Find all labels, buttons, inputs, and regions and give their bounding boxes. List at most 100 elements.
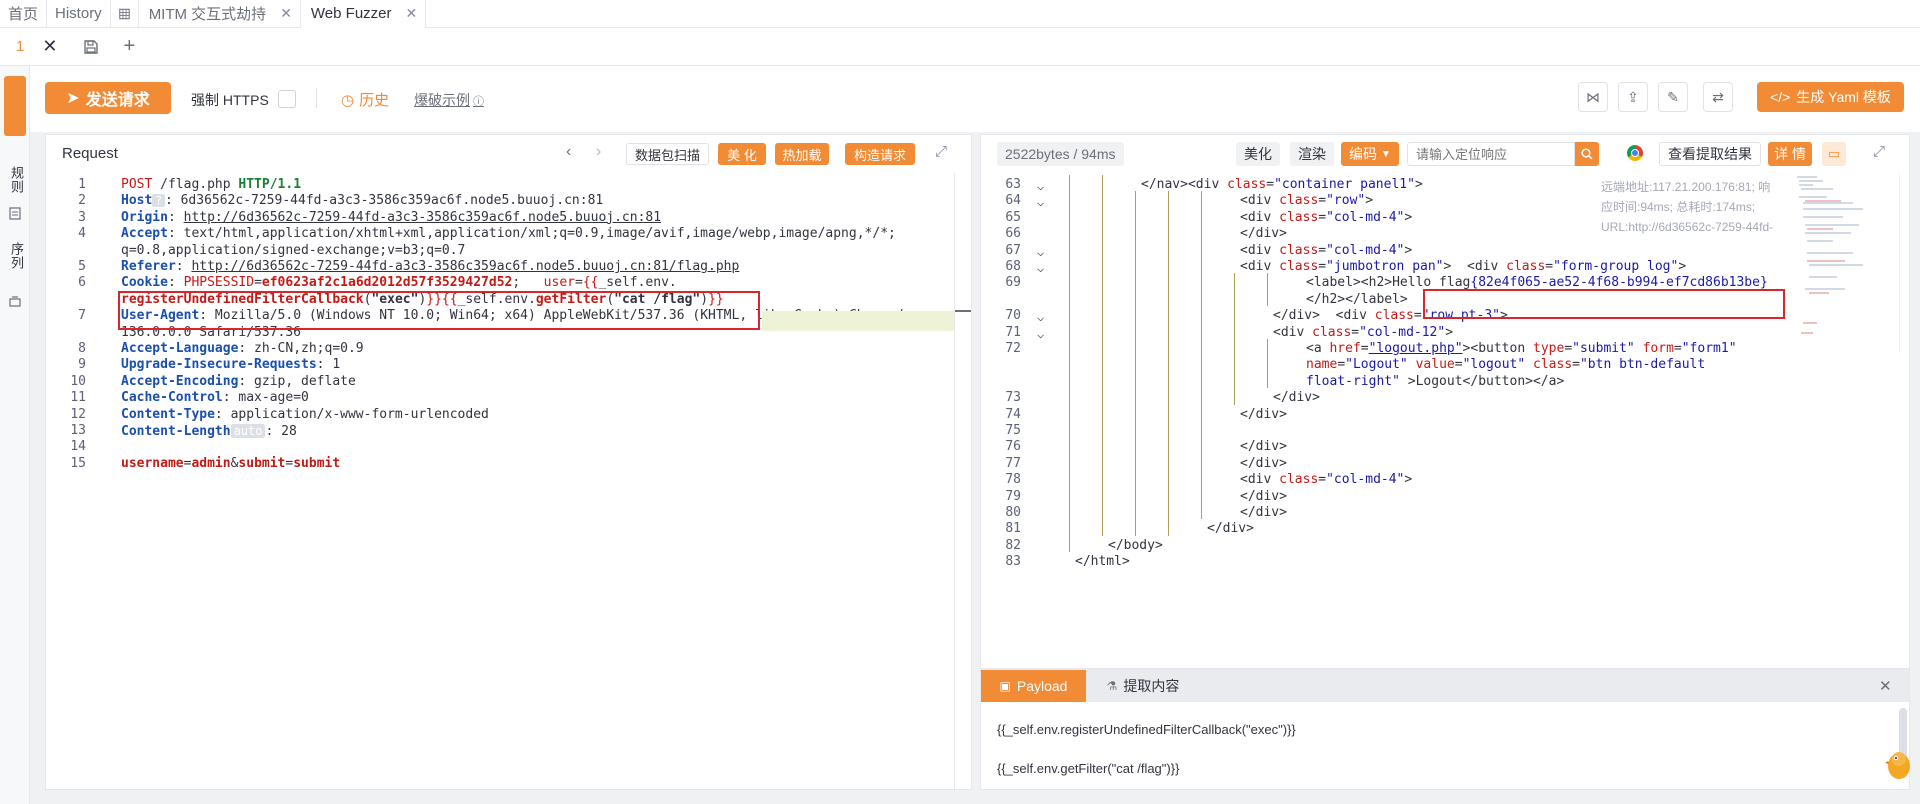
indent-guide — [1102, 404, 1103, 421]
render-button[interactable]: 渲染 — [1290, 142, 1334, 166]
scrollbar-track[interactable] — [1899, 173, 1909, 353]
fullscreen-icon[interactable]: ⤢ — [1873, 143, 1885, 160]
indent-guide — [1234, 371, 1235, 389]
close-icon[interactable]: ✕ — [406, 5, 418, 22]
history-link[interactable]: ◷ 历史 — [341, 89, 389, 110]
indent-guide — [1069, 404, 1070, 421]
indent-guide — [1267, 355, 1268, 372]
indent-guide — [1168, 486, 1169, 503]
close-icon[interactable]: ✕ — [280, 5, 292, 22]
chrome-icon[interactable] — [1627, 145, 1643, 161]
indent-guide — [1168, 470, 1169, 487]
add-icon[interactable]: + — [123, 35, 135, 58]
payload-item[interactable]: {{_self.env.registerUndefinedFilterCallb… — [997, 720, 1296, 740]
rail-item-rules[interactable]: 规则 — [4, 166, 26, 194]
indent-guide — [1168, 273, 1169, 290]
burst-example-link[interactable]: 爆破示例 ⓘ — [414, 90, 484, 110]
indent-guide — [1234, 289, 1235, 307]
search-button[interactable] — [1575, 142, 1599, 166]
indent-guide — [1135, 470, 1136, 487]
chevron-left-icon[interactable]: ‹ — [566, 143, 571, 161]
indent-guide — [1201, 191, 1202, 208]
fold-chevron-icon[interactable]: ⌵ — [1037, 192, 1044, 212]
indent-guide — [1168, 289, 1169, 307]
indent-guide — [1168, 421, 1169, 438]
response-line[interactable]: float-right" >Logout</button></a> — [1306, 372, 1564, 392]
request-panel: Request ‹ › 数据包扫描 美 化 热加载 构造请求 ⤢ 1 POST /… — [45, 134, 972, 790]
mascot-icon[interactable] — [1885, 746, 1911, 780]
request-editor[interactable]: 1 POST /flag.php HTTP/1.1 2 Host?: 6d36562c… — [46, 173, 971, 789]
indent-guide — [1267, 273, 1268, 290]
indent-guide — [1234, 339, 1235, 356]
rail-item-sequence[interactable]: 序列 — [4, 242, 26, 270]
indent-guide — [1069, 519, 1070, 536]
fullscreen-icon[interactable]: ⤢ — [935, 143, 947, 160]
indent-guide — [1069, 486, 1070, 503]
history-label: 历史 — [359, 92, 390, 109]
minimap-lines — [1797, 176, 1863, 334]
chevron-right-icon[interactable]: › — [596, 143, 601, 161]
indent-guide — [1168, 437, 1169, 454]
indent-guide — [1135, 371, 1136, 389]
tab-web-fuzzer[interactable]: Web Fuzzer ✕ — [300, 0, 427, 28]
payload-item[interactable]: {{_self.env.getFilter("cat /flag")}} — [997, 759, 1296, 779]
indent-guide — [1267, 289, 1268, 307]
current-line-highlight — [762, 311, 954, 331]
send-request-button[interactable]: ➤ 发送请求 — [45, 82, 171, 114]
comment-icon: ▭ — [1827, 146, 1841, 161]
response-line[interactable]: </div> — [1240, 405, 1287, 425]
tab-mitm[interactable]: MITM 交互式劫持 ✕ — [139, 0, 301, 28]
indent-guide — [1201, 207, 1202, 225]
response-info: 远端地址:117.21.200.176:81; 响应时间:94ms; 总耗时:1… — [1601, 177, 1776, 239]
swap-button[interactable]: ⇄ — [1703, 82, 1733, 112]
packet-scan-button[interactable]: 数据包扫描 — [626, 143, 710, 165]
locate-response-input[interactable] — [1407, 142, 1575, 166]
rail-active-block[interactable] — [4, 76, 26, 136]
indent-guide — [1201, 470, 1202, 487]
force-https-checkbox[interactable] — [278, 90, 296, 108]
minimap[interactable] — [1793, 173, 1873, 353]
indent-guide — [1069, 470, 1070, 487]
hot-reload-button[interactable]: 热加载 — [775, 143, 829, 165]
tab-label: MITM 交互式劫持 — [148, 6, 267, 23]
tab-history[interactable]: History — [47, 0, 111, 28]
tab-extract[interactable]: ⚗ 提取内容 — [1091, 670, 1195, 702]
indent-guide — [1102, 273, 1103, 290]
response-beautify-button[interactable]: 美化 — [1236, 142, 1280, 166]
save-icon[interactable] — [83, 39, 99, 55]
indent-guide — [1135, 322, 1136, 339]
indent-guide — [1234, 306, 1235, 323]
request-line[interactable]: username=admin&submit=submit — [121, 454, 340, 474]
detail-button[interactable]: 详 情 — [1768, 142, 1812, 166]
close-icon[interactable]: ✕ — [1879, 677, 1892, 695]
view-extract-button[interactable]: 查看提取结果 — [1659, 142, 1761, 166]
beautify-button[interactable]: 美 化 — [718, 143, 766, 165]
tab-home[interactable]: 首页 — [0, 0, 48, 28]
top-tab-bar: 首页 History MITM 交互式劫持 ✕ Web Fuzzer ✕ — [0, 0, 1920, 28]
build-request-button[interactable]: 构造请求 — [845, 143, 915, 165]
close-icon[interactable]: ✕ — [42, 36, 57, 57]
fold-chevron-icon[interactable]: ⌵ — [1037, 258, 1044, 278]
edit-button[interactable]: ✎ — [1658, 82, 1688, 112]
payload-list: {{_self.env.registerUndefinedFilterCallb… — [997, 720, 1296, 779]
subtab-index[interactable]: 1 — [16, 38, 24, 55]
indent-guide — [1069, 371, 1070, 389]
request-title: Request — [62, 145, 118, 162]
request-line[interactable]: Content-Length auto: 28 — [121, 421, 297, 442]
encode-dropdown[interactable]: 编码 ▼ — [1341, 142, 1399, 166]
response-line[interactable]: </html> — [1075, 552, 1130, 572]
burst-example-label: 爆破示例 — [414, 92, 470, 108]
comment-button[interactable]: ▭ — [1822, 142, 1846, 166]
line-number: 69 — [1005, 275, 1021, 291]
indent-guide — [1201, 453, 1202, 471]
tab-payload[interactable]: ▣ Payload — [981, 670, 1086, 702]
fold-chevron-icon[interactable]: ⌵ — [1037, 324, 1044, 344]
tab-grid-icon[interactable] — [111, 0, 139, 28]
share-button[interactable]: ⋈ — [1578, 82, 1608, 112]
generate-yaml-button[interactable]: </> 生成 Yaml 模板 — [1757, 82, 1904, 112]
response-editor[interactable]: 63 ⌵ </nav><div class="container panel1"> 6… — [981, 173, 1911, 670]
indent-guide — [1168, 322, 1169, 339]
response-line[interactable]: </div> — [1207, 519, 1254, 539]
export-button[interactable]: ⇪ — [1618, 82, 1648, 112]
indent-guide — [1102, 191, 1103, 208]
